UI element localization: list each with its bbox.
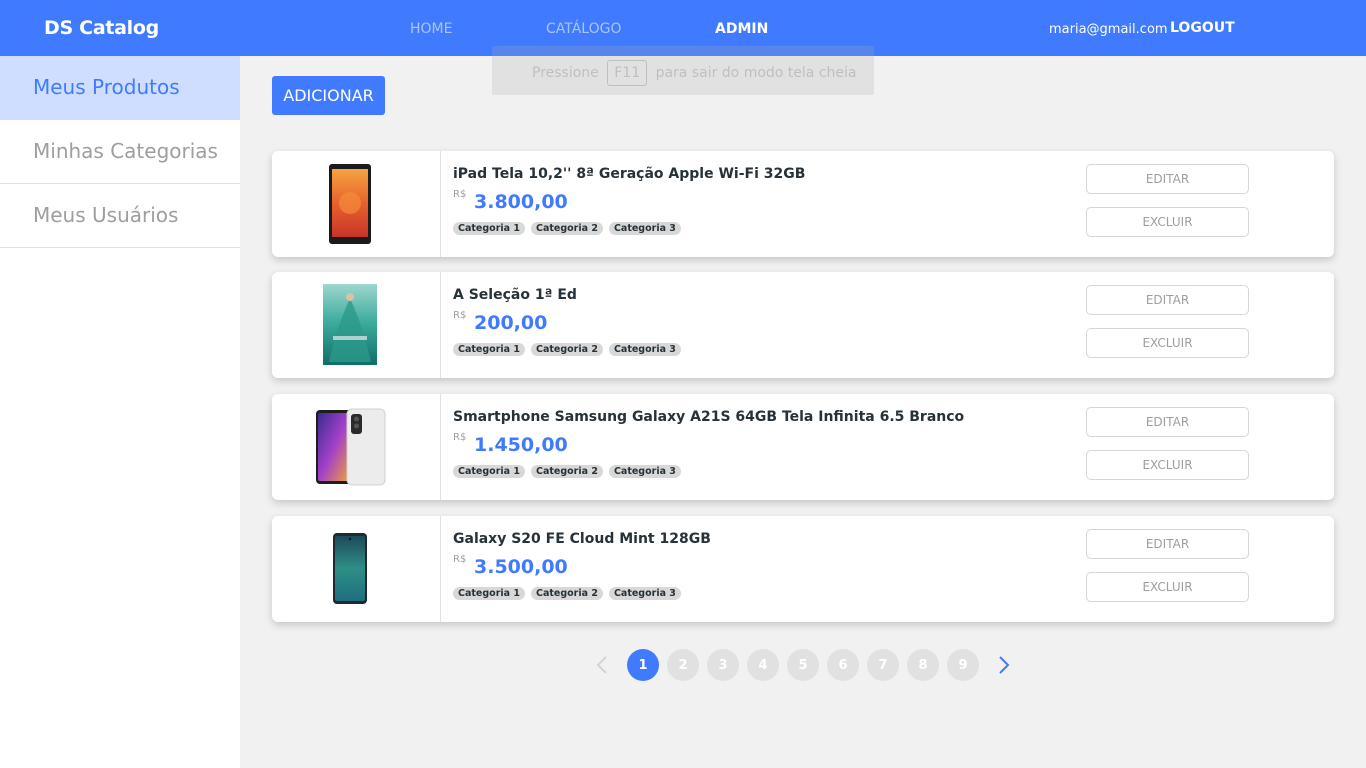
product-image-cell [272, 272, 441, 378]
product-price: 3.800,00 [474, 191, 568, 213]
product-image-cell [272, 394, 441, 500]
nav-home-link[interactable]: HOME [410, 21, 452, 37]
category-badge: Categoria 2 [530, 465, 603, 478]
product-card: Galaxy S20 FE Cloud Mint 128GB R$ 3.500,… [272, 516, 1334, 622]
category-badge: Categoria 3 [608, 465, 681, 478]
logout-link[interactable]: LOGOUT [1170, 20, 1235, 36]
hint-text-after: para sair do modo tela cheia [655, 65, 857, 81]
currency-label: R$ [453, 432, 467, 443]
sidebar-item-label: Meus Usuários [33, 203, 179, 227]
product-card: iPad Tela 10,2'' 8ª Geração Apple Wi-Fi … [272, 151, 1334, 257]
hint-text-before: Pressione [532, 65, 599, 81]
brand-logo[interactable]: DS Catalog [44, 17, 159, 39]
currency-label: R$ [453, 554, 467, 565]
product-name: A Seleção 1ª Ed [453, 287, 577, 303]
edit-button[interactable]: EDITAR [1086, 407, 1249, 437]
category-badge: Categoria 1 [453, 465, 525, 478]
page-button[interactable]: 3 [707, 649, 739, 681]
edit-button[interactable]: EDITAR [1086, 164, 1249, 194]
category-badge: Categoria 1 [453, 587, 525, 600]
category-badge: Categoria 3 [608, 587, 681, 600]
product-card: Smartphone Samsung Galaxy A21S 64GB Tela… [272, 394, 1334, 500]
sidebar-item-products[interactable]: Meus Produtos [0, 56, 240, 120]
pagination: 1 2 3 4 5 6 7 8 9 [0, 649, 1366, 681]
page-button[interactable]: 4 [747, 649, 779, 681]
category-list: Categoria 1 Categoria 2 Categoria 3 [453, 465, 681, 478]
category-badge: Categoria 3 [608, 343, 681, 356]
category-badge: Categoria 2 [530, 222, 603, 235]
smartphone-image [316, 408, 386, 486]
delete-button[interactable]: EXCLUIR [1086, 450, 1249, 480]
nav-admin-link[interactable]: ADMIN [715, 21, 768, 37]
page-button[interactable]: 6 [827, 649, 859, 681]
delete-button[interactable]: EXCLUIR [1086, 328, 1249, 358]
category-badge: Categoria 1 [453, 343, 525, 356]
category-list: Categoria 1 Categoria 2 Categoria 3 [453, 222, 681, 235]
category-badge: Categoria 2 [530, 343, 603, 356]
page-button[interactable]: 8 [907, 649, 939, 681]
product-name: Smartphone Samsung Galaxy A21S 64GB Tela… [453, 409, 965, 425]
edit-button[interactable]: EDITAR [1086, 285, 1249, 315]
product-image-cell [272, 516, 441, 622]
delete-button[interactable]: EXCLUIR [1086, 207, 1249, 237]
edit-button[interactable]: EDITAR [1086, 529, 1249, 559]
page-button[interactable]: 5 [787, 649, 819, 681]
product-image-cell [272, 151, 441, 257]
fullscreen-hint-text: Pressione F11 para sair do modo tela che… [532, 60, 856, 86]
chevron-left-icon[interactable] [595, 655, 609, 675]
category-list: Categoria 1 Categoria 2 Categoria 3 [453, 343, 681, 356]
product-card: A Seleção 1ª Ed R$ 200,00 Categoria 1 Ca… [272, 272, 1334, 378]
page-button[interactable]: 2 [667, 649, 699, 681]
sidebar-item-users[interactable]: Meus Usuários [0, 184, 240, 248]
category-badge: Categoria 2 [530, 587, 603, 600]
chevron-right-icon[interactable] [997, 655, 1011, 675]
currency-label: R$ [453, 189, 467, 200]
tablet-image [329, 164, 371, 244]
user-email: maria@gmail.com [1049, 22, 1168, 37]
category-badge: Categoria 1 [453, 222, 525, 235]
sidebar-item-label: Minhas Categorias [33, 139, 218, 163]
product-name: iPad Tela 10,2'' 8ª Geração Apple Wi-Fi … [453, 166, 806, 182]
sidebar-item-categories[interactable]: Minhas Categorias [0, 120, 240, 184]
product-price: 3.500,00 [474, 556, 568, 578]
category-list: Categoria 1 Categoria 2 Categoria 3 [453, 587, 681, 600]
page-button[interactable]: 7 [867, 649, 899, 681]
product-price: 1.450,00 [474, 434, 568, 456]
sidebar-item-label: Meus Produtos [33, 75, 180, 99]
delete-button[interactable]: EXCLUIR [1086, 572, 1249, 602]
add-product-button[interactable]: ADICIONAR [272, 76, 385, 115]
product-name: Galaxy S20 FE Cloud Mint 128GB [453, 531, 711, 547]
category-badge: Categoria 3 [608, 222, 681, 235]
hint-key: F11 [607, 60, 648, 86]
book-cover-image [323, 284, 377, 365]
fullscreen-hint: Pressione F11 para sair do modo tela che… [492, 46, 874, 95]
smartphone-image [333, 533, 367, 604]
nav-catalog-link[interactable]: CATÁLOGO [546, 21, 622, 37]
page-button[interactable]: 1 [627, 649, 659, 681]
product-price: 200,00 [474, 312, 548, 334]
page-button[interactable]: 9 [947, 649, 979, 681]
currency-label: R$ [453, 310, 467, 321]
